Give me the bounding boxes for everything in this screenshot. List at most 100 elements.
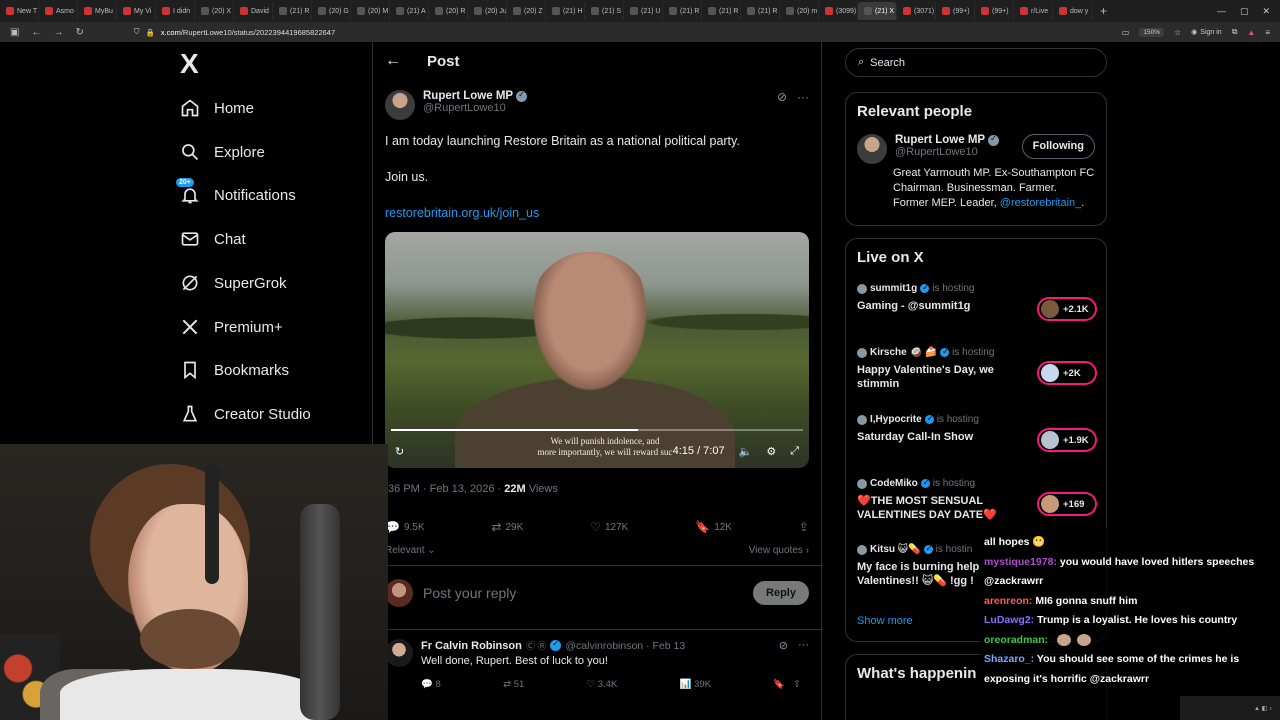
browser-tab[interactable]: (20) M — [351, 2, 390, 20]
reply-author-name[interactable]: Fr Calvin Robinson — [421, 640, 522, 652]
browser-tab[interactable]: (21) R — [663, 2, 702, 20]
close-icon[interactable]: ✕ — [1262, 6, 1270, 17]
repost-button[interactable]: ⇄ 29K — [491, 520, 523, 534]
bookmark-button[interactable]: 🔖 12K — [695, 520, 732, 534]
author-name[interactable]: Rupert Lowe MP — [423, 90, 513, 102]
browser-tab[interactable]: (20) G — [312, 2, 351, 20]
live-listeners-pill[interactable]: +1.9K — [1037, 428, 1097, 452]
post-timestamp[interactable]: :36 PM · Feb 13, 2026 · — [385, 483, 504, 495]
grok-icon[interactable]: ⊘ — [777, 90, 787, 120]
browser-tab[interactable]: New T — [0, 2, 39, 20]
views-button[interactable]: 📊 39K — [680, 679, 711, 690]
browser-tab[interactable]: My Vi — [117, 2, 156, 20]
reader-icon[interactable]: ▭ — [1122, 28, 1130, 37]
video-progress-bar[interactable] — [391, 429, 803, 431]
browser-tab[interactable]: (21) U — [624, 2, 663, 20]
menu-icon[interactable]: ≡ — [1265, 28, 1270, 37]
browser-tab[interactable]: (20) Ju — [468, 2, 507, 20]
like-button[interactable]: ♡ 3.4K — [587, 679, 618, 690]
browser-tab[interactable]: (21) X — [858, 2, 897, 20]
browser-tab[interactable]: (21) R — [702, 2, 741, 20]
browser-tab[interactable]: David — [234, 2, 273, 20]
nav-item-notifications[interactable]: 20+ Notifications — [176, 178, 296, 207]
view-quotes-link[interactable]: View quotes › — [749, 545, 809, 556]
repost-button[interactable]: ⇄ 51 — [503, 679, 524, 690]
chat-username[interactable]: Shazaro_: — [984, 653, 1034, 665]
browser-tab[interactable]: (20) R — [429, 2, 468, 20]
like-button[interactable]: ♡ 127K — [590, 520, 628, 534]
forward-icon[interactable]: → — [53, 27, 63, 38]
nav-item-supergrok[interactable]: SuperGrok — [180, 271, 287, 295]
reply-tweet[interactable]: Fr Calvin Robinson Ⓒ Ⓡ @calvinrobinson ·… — [385, 639, 809, 690]
reply-author-handle[interactable]: @calvinrobinson · Feb 13 — [565, 640, 685, 652]
zoom-level[interactable]: 150% — [1139, 27, 1164, 37]
extensions-icon[interactable]: ⧉ — [1232, 27, 1238, 37]
new-tab-icon[interactable]: + — [1092, 4, 1115, 18]
browser-tab[interactable]: dow y — [1053, 2, 1092, 20]
reply-input[interactable]: Post your reply — [423, 585, 516, 601]
browser-tab[interactable]: (3071) — [897, 2, 936, 20]
video-player[interactable]: We will punish indolence, and more import… — [385, 232, 809, 468]
live-listeners-pill[interactable]: +2K — [1037, 361, 1097, 385]
reply-submit-button[interactable]: Reply — [753, 581, 809, 605]
nav-item-chat[interactable]: Chat — [180, 227, 246, 251]
live-item[interactable]: CodeMiko is hosting ❤️THE MOST SENSUAL VAL… — [857, 478, 1097, 522]
reply-button[interactable]: 💬 8 — [421, 679, 441, 690]
browser-tab[interactable]: Asmo — [39, 2, 78, 20]
grok-icon[interactable]: ⊘ — [779, 639, 788, 652]
nav-item-creator-studio[interactable]: Creator Studio — [180, 402, 311, 426]
browser-tab[interactable]: MyBu — [78, 2, 117, 20]
browser-tab[interactable]: (21) S — [585, 2, 624, 20]
live-item[interactable]: Kirsche 🥥 🍰 is hosting Happy Valentine's D… — [857, 347, 1097, 391]
back-arrow-icon[interactable]: ← — [385, 52, 401, 70]
browser-tab[interactable]: (99+) — [975, 2, 1014, 20]
more-options-icon[interactable]: ··· — [797, 90, 809, 120]
browser-tab[interactable]: (3099) — [819, 2, 858, 20]
browser-tab[interactable]: (21) H — [546, 2, 585, 20]
browser-tab[interactable]: (20) Z — [507, 2, 546, 20]
avatar[interactable] — [385, 90, 415, 120]
chat-username[interactable]: LuDawg2: — [984, 614, 1034, 626]
person-name[interactable]: Rupert Lowe MP — [895, 134, 985, 146]
following-button[interactable]: Following — [1021, 134, 1095, 159]
browser-tab[interactable]: r/Live — [1014, 2, 1053, 20]
volume-icon[interactable]: 🔈 — [739, 445, 753, 458]
chat-username[interactable]: oreoradman: — [984, 634, 1048, 646]
minimize-icon[interactable]: — — [1217, 6, 1226, 17]
author-handle[interactable]: @RupertLowe10 — [423, 102, 527, 114]
search-input[interactable]: ⌕ Search — [845, 48, 1107, 77]
back-icon[interactable]: ← — [31, 27, 41, 38]
url-field[interactable]: ⛉ 🔒 x.com/RupertLowe10/status/2022394419… — [134, 27, 335, 37]
nav-item-explore[interactable]: Explore — [180, 140, 265, 164]
avatar[interactable] — [857, 134, 887, 164]
sidebar-toggle-icon[interactable]: ▣ — [10, 27, 19, 38]
reply-button[interactable]: 💬 9.5K — [385, 520, 425, 534]
nav-item-bookmarks[interactable]: Bookmarks — [180, 358, 289, 382]
more-options-icon[interactable]: ··· — [798, 639, 809, 652]
fullscreen-icon[interactable]: ⤢ — [790, 445, 799, 458]
live-listeners-pill[interactable]: +2.1K — [1037, 297, 1097, 321]
share-button[interactable]: ⇪ — [799, 520, 809, 534]
reload-icon[interactable]: ↻ — [75, 27, 83, 38]
browser-tab[interactable]: (21) R — [741, 2, 780, 20]
browser-tab[interactable]: (21) R — [273, 2, 312, 20]
post-link[interactable]: restorebritain.org.uk/join_us — [385, 206, 539, 220]
chat-username[interactable]: mystique1978: — [984, 556, 1057, 568]
browser-tab[interactable]: I didn — [156, 2, 195, 20]
star-icon[interactable]: ☆ — [1174, 28, 1181, 37]
sign-in-button[interactable]: ◉ Sign in — [1191, 28, 1222, 37]
bio-mention-link[interactable]: @restorebritain_ — [1000, 197, 1081, 209]
bookmark-share[interactable]: 🔖 ⇪ — [773, 679, 801, 690]
relevant-person[interactable]: Rupert Lowe MP @RupertLowe10 Following — [857, 134, 1095, 164]
live-item[interactable]: summit1g is hosting Gaming - @summit1g +2.1… — [857, 283, 1097, 321]
browser-tab[interactable]: (21) A — [390, 2, 429, 20]
person-handle[interactable]: @RupertLowe10 — [895, 146, 999, 158]
x-logo-icon[interactable]: X — [180, 50, 364, 78]
live-item[interactable]: I,Hypocrite is hosting Saturday Call-In Sh… — [857, 414, 1097, 452]
extension-red-icon[interactable]: ▲ — [1247, 28, 1255, 37]
live-listeners-pill[interactable]: +169 — [1037, 492, 1097, 516]
browser-tab[interactable]: (99+) — [936, 2, 975, 20]
avatar[interactable] — [385, 639, 413, 667]
browser-tab[interactable]: (20) m — [780, 2, 819, 20]
replay-icon[interactable]: ↻ — [395, 445, 404, 458]
